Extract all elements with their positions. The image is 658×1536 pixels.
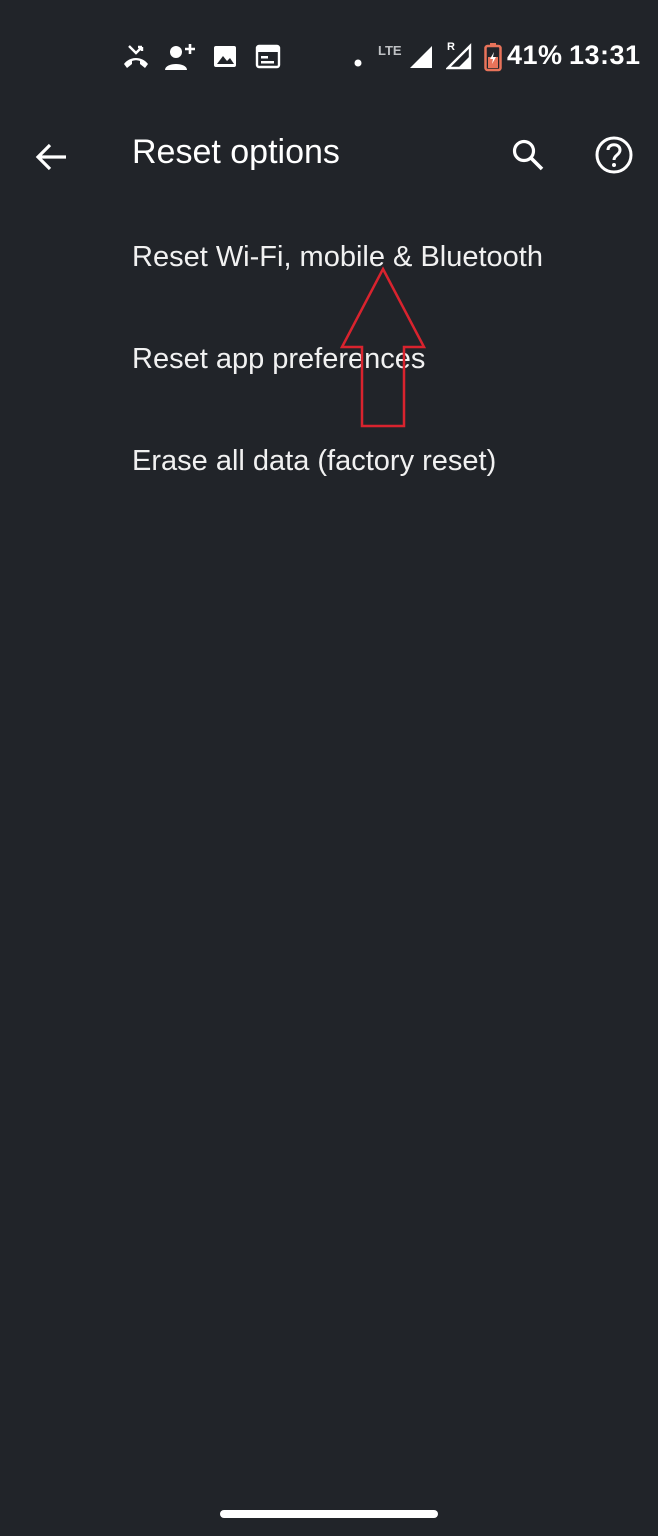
image-icon [212, 42, 238, 75]
battery-percent: 41% [507, 40, 563, 70]
status-bar: LTE R 41% 13:31 [0, 0, 658, 118]
search-icon [512, 139, 544, 171]
search-button[interactable] [500, 127, 556, 183]
help-button[interactable] [586, 127, 642, 183]
lte-signal-icon [408, 42, 434, 75]
arrow-up-annotation [336, 266, 430, 435]
reset-options-list: Reset Wi-Fi, mobile & Bluetooth Reset ap… [0, 206, 658, 512]
dot-icon [354, 54, 362, 72]
back-button[interactable] [24, 129, 80, 185]
app-bar: Reset options [0, 105, 658, 205]
add-person-icon [164, 42, 198, 77]
calendar-icon [254, 42, 282, 75]
lte-label: LTE [378, 43, 402, 58]
battery-icon [484, 42, 502, 77]
status-time: 13:31 [569, 40, 641, 70]
missed-call-icon [120, 42, 152, 77]
back-arrow-icon [35, 143, 66, 171]
factory-reset-option[interactable]: Erase all data (factory reset) [0, 410, 658, 512]
reset-network-option[interactable]: Reset Wi-Fi, mobile & Bluetooth [0, 206, 658, 308]
roaming-signal-icon [445, 42, 472, 75]
help-icon [595, 136, 633, 174]
home-indicator[interactable] [220, 1510, 438, 1518]
reset-app-preferences-option[interactable]: Reset app preferences [0, 308, 658, 410]
page-title: Reset options [132, 133, 340, 171]
option-label: Erase all data (factory reset) [132, 444, 497, 477]
